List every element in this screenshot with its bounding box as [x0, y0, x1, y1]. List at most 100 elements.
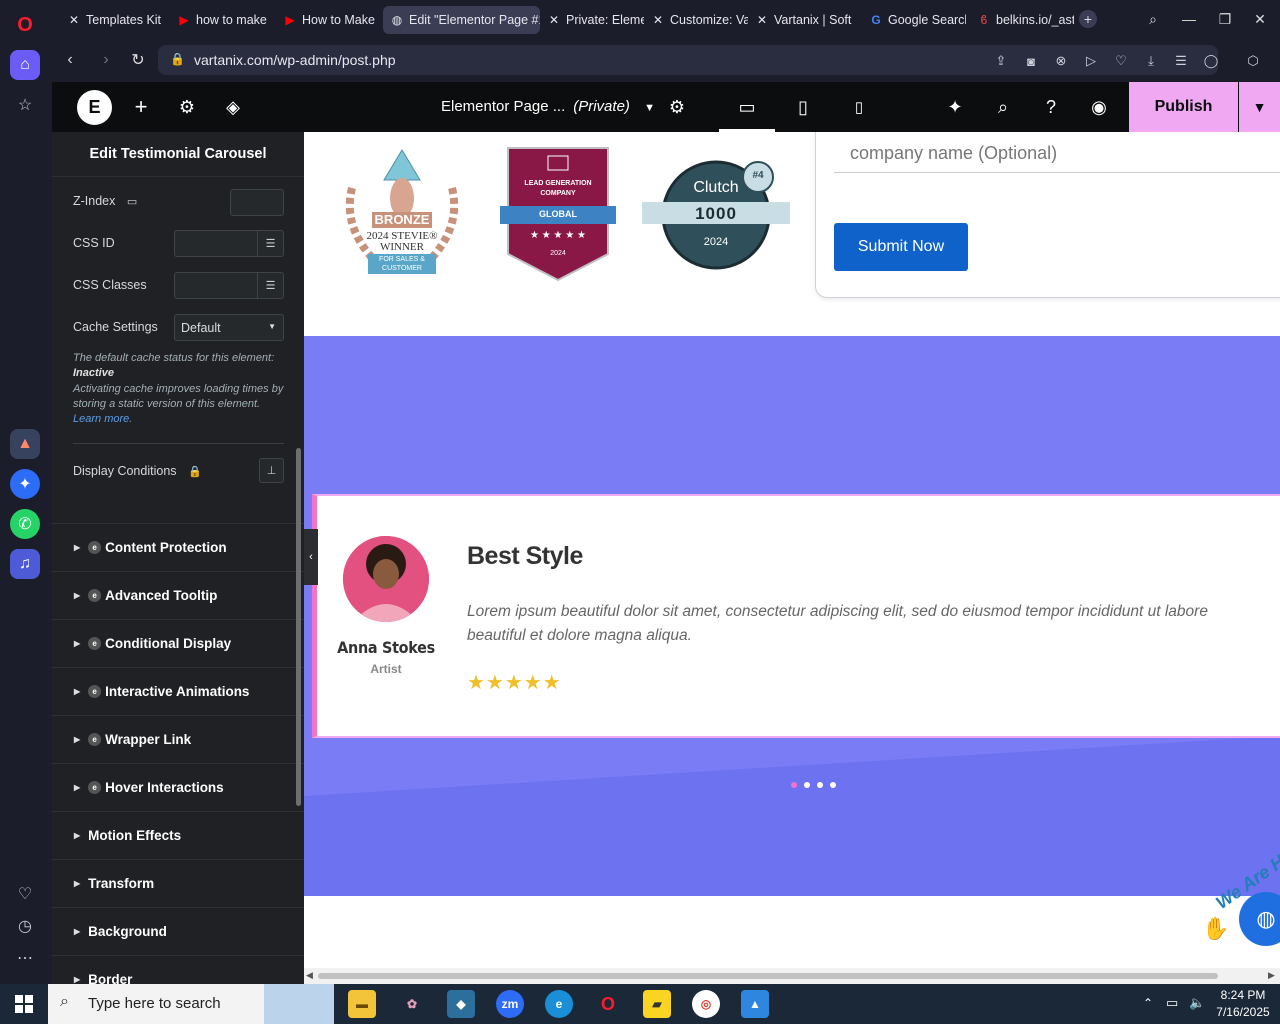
- company-name-input[interactable]: company name (Optional): [834, 141, 1280, 173]
- restore-icon[interactable]: ❐: [1214, 8, 1236, 30]
- app-icon[interactable]: ◆: [447, 990, 475, 1018]
- search-icon[interactable]: ⌕: [991, 95, 1015, 119]
- section-hover-interactions[interactable]: ▶ e Hover Interactions: [52, 763, 304, 811]
- help-icon[interactable]: ?: [1039, 95, 1063, 119]
- close-icon[interactable]: ✕: [1249, 8, 1271, 30]
- tab[interactable]: G Google Search: [862, 6, 966, 34]
- sticky-notes-icon[interactable]: ▰: [643, 990, 671, 1018]
- star-icon[interactable]: ☆: [10, 90, 40, 120]
- extensions-icon[interactable]: ⬡: [1244, 52, 1262, 70]
- css-id-input[interactable]: [174, 230, 258, 257]
- page-title[interactable]: Elementor Page ... (Private) ▼: [441, 98, 655, 115]
- carousel-dot[interactable]: [830, 782, 836, 788]
- panel-scrollbar[interactable]: [296, 448, 301, 806]
- camera-icon[interactable]: ◙: [1022, 52, 1040, 70]
- section-wrapper-link[interactable]: ▶ e Wrapper Link: [52, 715, 304, 763]
- carousel-dot-active[interactable]: [791, 782, 797, 788]
- opera-logo-icon[interactable]: O: [10, 10, 40, 40]
- submit-button[interactable]: Submit Now: [834, 223, 968, 271]
- heart-icon[interactable]: ♡: [10, 879, 40, 909]
- tab[interactable]: ✕ Vartanix | Soft: [748, 6, 852, 34]
- section-background[interactable]: ▶ Background: [52, 907, 304, 955]
- cache-settings-select[interactable]: Default ▼: [174, 314, 284, 341]
- share-icon[interactable]: ⇪: [992, 52, 1010, 70]
- lock-icon: 🔒: [170, 52, 185, 66]
- chrome-icon[interactable]: ◎: [692, 990, 720, 1018]
- clock[interactable]: 8:24 PM 7/16/2025: [1210, 987, 1276, 1021]
- settings-sliders-icon[interactable]: ⚙: [175, 95, 199, 119]
- tab[interactable]: ϐ belkins.io/_ast: [970, 6, 1074, 34]
- mobile-icon[interactable]: ▯: [847, 95, 871, 119]
- section-motion-effects[interactable]: ▶ Motion Effects: [52, 811, 304, 859]
- tab[interactable]: ▶ How to Make: [276, 6, 382, 34]
- section-content-protection[interactable]: ▶ e Content Protection: [52, 523, 304, 571]
- page-settings-icon[interactable]: ⚙: [665, 95, 689, 119]
- section-transform[interactable]: ▶ Transform: [52, 859, 304, 907]
- testimonial-card[interactable]: Anna Stokes Artist Best Style Lorem ipsu…: [312, 494, 1280, 738]
- network-icon[interactable]: ▭: [1166, 995, 1178, 1011]
- preview-eye-icon[interactable]: ◉: [1087, 95, 1111, 119]
- messenger-icon[interactable]: ✦: [10, 469, 40, 499]
- opera-icon[interactable]: O: [594, 990, 622, 1018]
- aria-icon[interactable]: ▲: [10, 429, 40, 459]
- home-icon[interactable]: ⌂: [10, 50, 40, 80]
- chevron-down-icon[interactable]: ▼: [1239, 82, 1280, 132]
- download-icon[interactable]: ⤓: [1142, 52, 1160, 70]
- heart-icon[interactable]: ♡: [1112, 52, 1130, 70]
- easy-setup-icon[interactable]: ☰: [1172, 52, 1190, 70]
- collapse-panel-icon[interactable]: ‹: [304, 529, 318, 585]
- section-conditional-display[interactable]: ▶ e Conditional Display: [52, 619, 304, 667]
- back-icon[interactable]: ‹: [60, 50, 80, 70]
- horizontal-scrollbar[interactable]: ◀ ▶: [304, 968, 1280, 984]
- tab[interactable]: ▶ how to make: [170, 6, 276, 34]
- adblock-icon[interactable]: ⊗: [1052, 52, 1070, 70]
- elementor-logo-icon[interactable]: E: [77, 90, 112, 125]
- display-conditions-icon[interactable]: ⊥: [259, 458, 284, 483]
- whatsapp-icon[interactable]: ✆: [10, 509, 40, 539]
- tab[interactable]: ✕ Templates Kit: [60, 6, 170, 34]
- section-advanced-tooltip[interactable]: ▶ e Advanced Tooltip: [52, 571, 304, 619]
- taskbar-search[interactable]: ⌕ Type here to search: [48, 984, 334, 1024]
- publish-button[interactable]: Publish: [1129, 82, 1238, 132]
- section-interactive-animations[interactable]: ▶ e Interactive Animations: [52, 667, 304, 715]
- desktop-icon[interactable]: ▭: [735, 95, 759, 119]
- search-tabs-icon[interactable]: ⌕: [1142, 8, 1164, 30]
- music-icon[interactable]: ♫: [10, 549, 40, 579]
- tab-active[interactable]: ◍ Edit "Elementor Page #1: [383, 6, 540, 34]
- css-classes-input[interactable]: [174, 272, 258, 299]
- tablet-icon[interactable]: ▯: [791, 95, 815, 119]
- scroll-left-icon[interactable]: ◀: [306, 970, 313, 981]
- learn-more-link[interactable]: Learn more.: [73, 413, 132, 425]
- history-icon[interactable]: ◷: [10, 911, 40, 941]
- tray-chevron-icon[interactable]: ⌃: [1143, 996, 1153, 1010]
- volume-icon[interactable]: 🔈: [1189, 995, 1205, 1011]
- new-tab-icon[interactable]: +: [1079, 10, 1097, 28]
- carousel-dot[interactable]: [804, 782, 810, 788]
- scroll-right-icon[interactable]: ▶: [1268, 970, 1275, 981]
- layers-icon[interactable]: ◈: [221, 95, 245, 119]
- tab[interactable]: ✕ Customize: Va: [644, 6, 748, 34]
- zindex-input[interactable]: [230, 189, 284, 216]
- flow-icon[interactable]: ▷: [1082, 52, 1100, 70]
- section-border[interactable]: ▶ Border: [52, 955, 304, 984]
- dynamic-tags-icon[interactable]: ☰: [257, 272, 284, 299]
- dynamic-tags-icon[interactable]: ☰: [257, 230, 284, 257]
- profile-icon[interactable]: ◯: [1202, 52, 1220, 70]
- elementor-x-icon: ✕: [652, 13, 664, 27]
- tab[interactable]: ✕ Private: Eleme: [540, 6, 644, 34]
- chat-bubble-icon[interactable]: ◍: [1239, 892, 1280, 946]
- edge-icon[interactable]: e: [545, 990, 573, 1018]
- paint-icon[interactable]: ✿: [398, 990, 426, 1018]
- reload-icon[interactable]: ↻: [128, 50, 148, 70]
- add-element-icon[interactable]: +: [129, 94, 153, 119]
- minimize-icon[interactable]: —: [1178, 8, 1200, 30]
- notifications-icon[interactable]: ✦: [943, 95, 967, 119]
- forward-icon[interactable]: ›: [96, 50, 116, 70]
- more-icon[interactable]: ⋯: [10, 943, 40, 973]
- carousel-dot[interactable]: [817, 782, 823, 788]
- file-explorer-icon[interactable]: ▬: [348, 990, 376, 1018]
- scrollbar-thumb[interactable]: [318, 973, 1218, 979]
- windows-start-icon[interactable]: [0, 984, 48, 1024]
- photos-icon[interactable]: ▲: [741, 990, 769, 1018]
- zoom-icon[interactable]: zm: [496, 990, 524, 1018]
